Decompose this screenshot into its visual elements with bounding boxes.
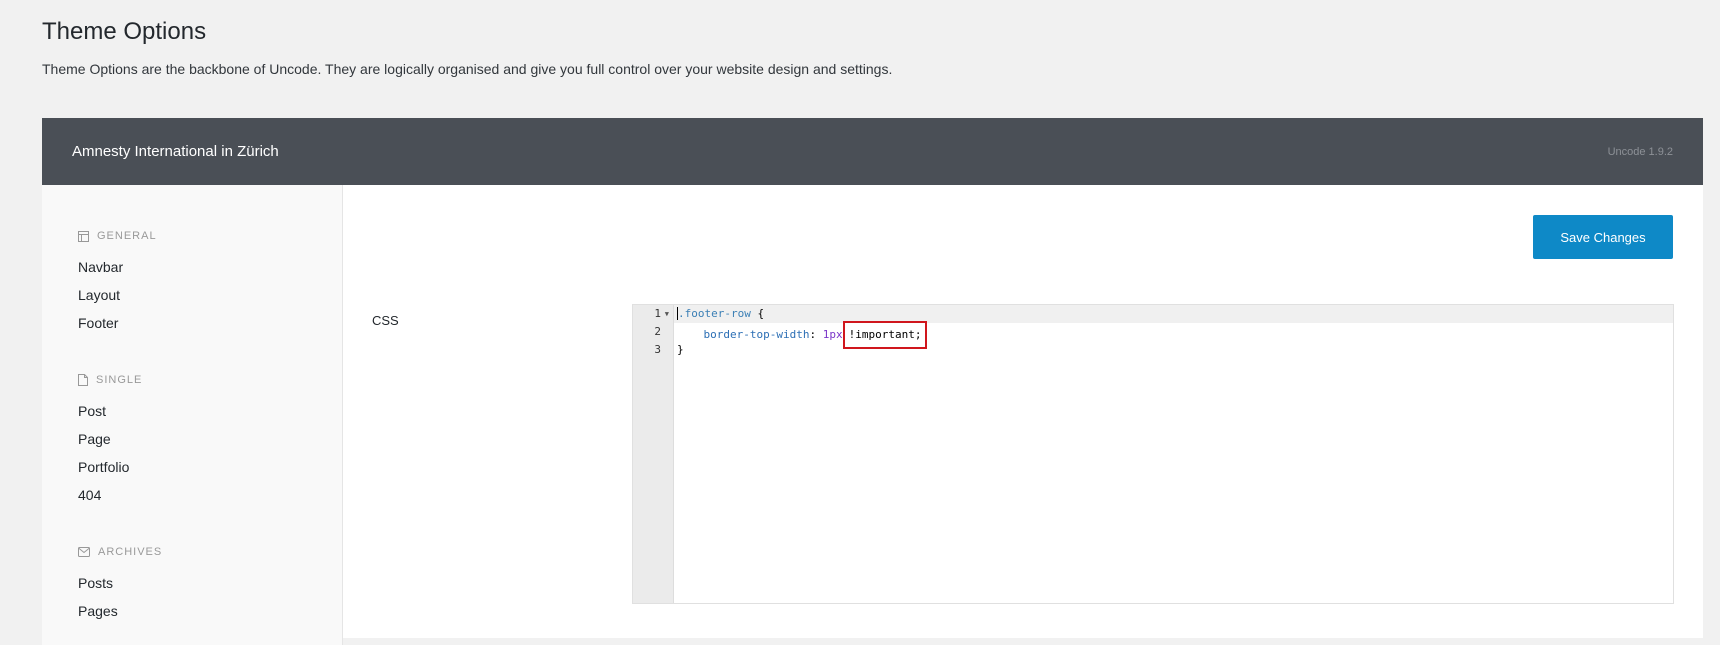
page-description: Theme Options are the backbone of Uncode…: [42, 61, 893, 77]
editor-gutter: 1 ▼ 2 3: [633, 305, 674, 603]
group-heading-single: SINGLE: [78, 371, 142, 389]
sidebar-item-navbar[interactable]: Navbar: [78, 253, 157, 281]
options-content: Save Changes CSS 1 ▼ 2 3 .footer-row { b…: [342, 185, 1703, 638]
options-sidebar: GENERAL Navbar Layout Footer SINGLE Post…: [42, 185, 343, 645]
important-highlight-box: !important;: [842, 321, 928, 349]
page-title: Theme Options: [42, 18, 207, 45]
group-heading-label: ARCHIVES: [98, 546, 163, 558]
code-line-1[interactable]: .footer-row {: [677, 305, 764, 323]
css-value: 1px: [822, 328, 843, 341]
nav-group-general: GENERAL Navbar Layout Footer: [78, 227, 157, 337]
css-field-label: CSS: [372, 313, 399, 328]
nav-group-single: SINGLE Post Page Portfolio 404: [78, 371, 142, 509]
sidebar-item-footer[interactable]: Footer: [78, 309, 157, 337]
group-heading-archives: ARCHIVES: [78, 543, 162, 561]
save-changes-button[interactable]: Save Changes: [1533, 215, 1673, 259]
theme-options-panel: Amnesty International in Zürich Uncode 1…: [42, 118, 1703, 645]
code-line-3[interactable]: }: [677, 341, 684, 359]
line-number: 1: [654, 307, 661, 320]
layout-icon: [78, 230, 89, 242]
file-icon: [78, 374, 88, 386]
fold-arrow-icon[interactable]: ▼: [665, 305, 669, 323]
active-line-highlight: [674, 305, 1673, 323]
css-code-editor[interactable]: 1 ▼ 2 3 .footer-row { border-top-width: …: [632, 304, 1674, 604]
css-property: border-top-width: [703, 328, 810, 341]
css-selector: .footer-row: [677, 307, 751, 320]
sidebar-item-404[interactable]: 404: [78, 481, 142, 509]
nav-group-archives: ARCHIVES Posts Pages: [78, 543, 162, 625]
inbox-icon: [78, 547, 90, 557]
open-brace: {: [750, 307, 765, 320]
line-number: 3: [654, 343, 661, 356]
sidebar-item-page[interactable]: Page: [78, 425, 142, 453]
sidebar-item-portfolio[interactable]: Portfolio: [78, 453, 142, 481]
sidebar-item-posts[interactable]: Posts: [78, 569, 162, 597]
group-heading-general: GENERAL: [78, 227, 157, 245]
version-label: Uncode 1.9.2: [1607, 145, 1673, 158]
site-name: Amnesty International in Zürich: [72, 143, 279, 160]
code-line-2[interactable]: border-top-width: 1px !important;: [677, 321, 928, 349]
sidebar-item-post[interactable]: Post: [78, 397, 142, 425]
group-heading-label: GENERAL: [97, 230, 157, 242]
panel-header: Amnesty International in Zürich Uncode 1…: [42, 118, 1703, 185]
colon: :: [809, 328, 823, 341]
sidebar-item-layout[interactable]: Layout: [78, 281, 157, 309]
group-heading-label: SINGLE: [96, 374, 143, 386]
sidebar-item-pages[interactable]: Pages: [78, 597, 162, 625]
line-number: 2: [654, 325, 661, 338]
